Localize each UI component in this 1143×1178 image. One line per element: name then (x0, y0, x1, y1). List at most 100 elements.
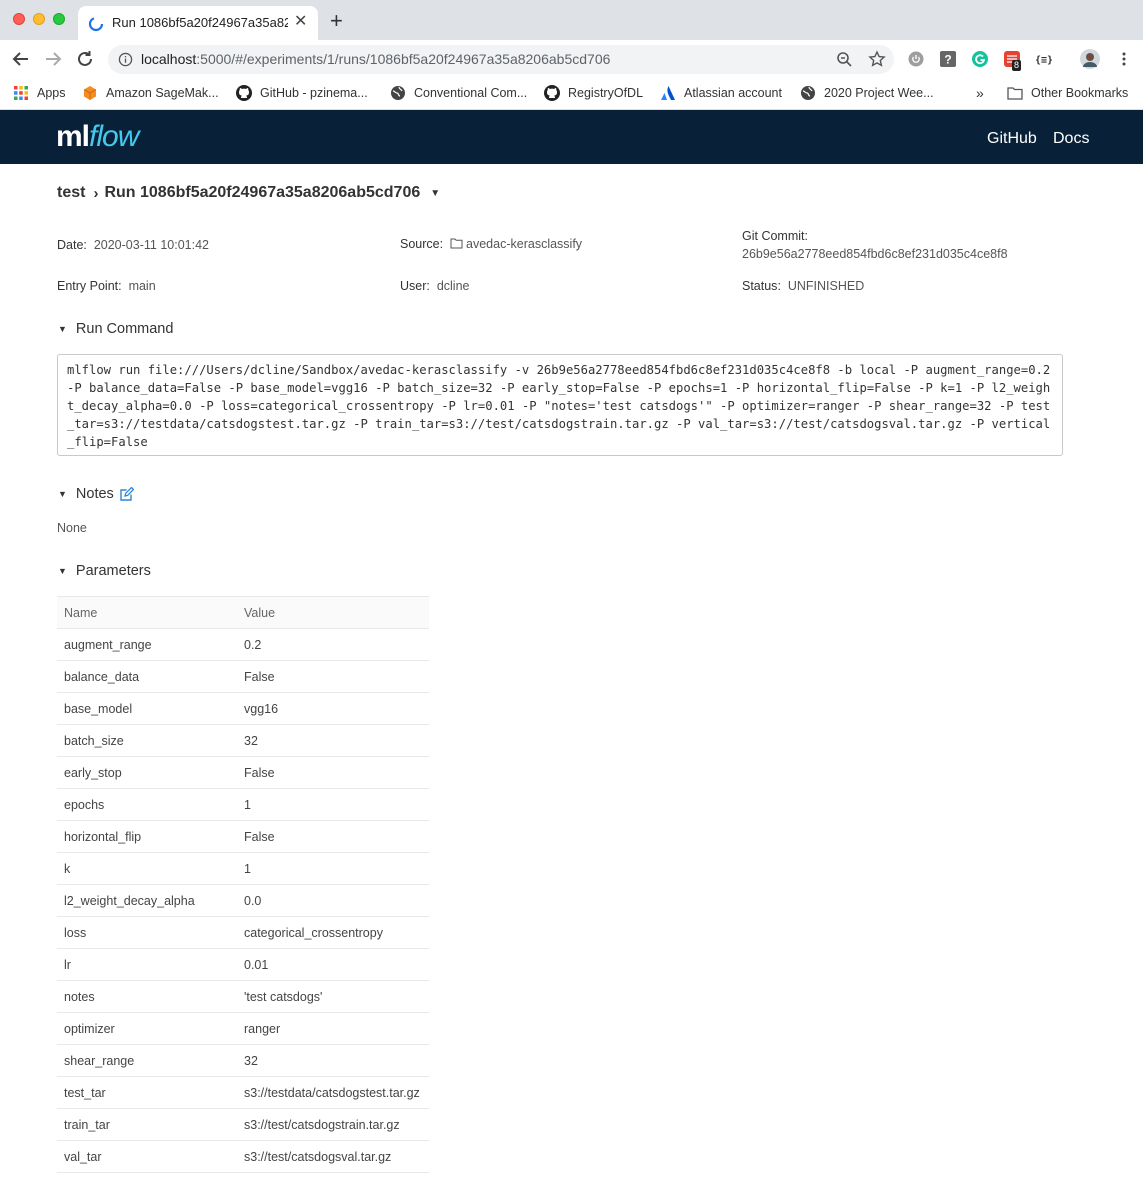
power-extension-icon[interactable] (908, 51, 924, 67)
parameters-section-toggle[interactable]: ▼ Parameters (58, 563, 151, 579)
tab-title: Run 1086bf5a20f24967a35a8206ab5cd706 - M… (112, 15, 288, 30)
param-name: shear_range (57, 1044, 237, 1077)
bookmark-label: Amazon SageMak... (106, 86, 219, 100)
grammarly-icon[interactable] (972, 51, 988, 67)
github-icon (236, 85, 252, 101)
zoom-window-button[interactable] (53, 13, 65, 25)
source-value[interactable]: avedac-kerasclassify (466, 237, 582, 251)
atlassian-icon (661, 86, 675, 100)
table-row: base_model vgg16 (57, 692, 429, 725)
table-row: augment_range 0.2 (57, 628, 429, 661)
param-name: train_tar (57, 1108, 237, 1141)
bookmark-conventional-commits[interactable]: Conventional Com... (390, 84, 527, 102)
bookmarks-overflow-button[interactable]: » (976, 84, 984, 102)
param-name: l2_weight_decay_alpha (57, 884, 237, 917)
param-name: optimizer (57, 1012, 237, 1045)
profile-avatar-icon[interactable] (1080, 49, 1100, 69)
other-bookmarks-folder[interactable]: Other Bookmarks (1007, 84, 1128, 102)
bookmark-label: Apps (37, 86, 66, 100)
status-label: Status (742, 279, 778, 293)
param-name: balance_data (57, 660, 237, 693)
svg-text:?: ? (944, 53, 951, 67)
param-value: 0.0 (237, 884, 429, 917)
bookmark-amazon-sagemaker[interactable]: Amazon SageMak... (82, 84, 219, 102)
aws-cube-icon (83, 86, 97, 100)
param-value: False (237, 756, 429, 789)
notes-value: None (57, 521, 87, 535)
bookmark-label: 2020 Project Wee... (824, 86, 934, 100)
run-date: Date: 2020-03-11 10:01:42 (57, 238, 209, 252)
param-value: 1 (237, 788, 429, 821)
param-value: 32 (237, 1044, 429, 1077)
run-git-commit: Git Commit: 26b9e56a2778eed854fbd6c8ef23… (742, 229, 1008, 261)
run-command-textarea[interactable]: mlflow run file:///Users/dcline/Sandbox/… (57, 354, 1063, 456)
breadcrumb-run-title: Run 1086bf5a20f24967a35a8206ab5cd706 (104, 184, 421, 201)
table-row: notes'test catsdogs' (57, 980, 429, 1013)
mlflow-logo[interactable]: mlflow (56, 120, 139, 154)
help-extension-icon[interactable]: ? (940, 51, 956, 67)
address-bar[interactable]: localhost:5000/#/experiments/1/runs/1086… (108, 45, 894, 74)
source-label: Source (400, 237, 440, 251)
apps-grid-icon (14, 86, 28, 100)
notes-section-toggle[interactable]: ▼ Notes (58, 486, 134, 502)
todoist-extension[interactable]: 8 (1004, 51, 1024, 71)
bookmark-2020-project-week[interactable]: 2020 Project Wee... (800, 84, 934, 102)
site-info-icon[interactable] (118, 52, 133, 67)
param-value: 32 (237, 724, 429, 757)
tab-close-icon[interactable]: ✕ (294, 12, 307, 32)
reload-icon[interactable] (74, 48, 96, 70)
table-row: optimizer ranger (57, 1012, 429, 1045)
run-user: User: dcline (400, 279, 470, 293)
parameters-title: Parameters (75, 563, 151, 579)
bookmark-label: RegistryOfDL (568, 86, 644, 100)
forward-arrow-icon[interactable] (42, 48, 64, 70)
bookmarks-bar: Apps Amazon SageMak... GitHub - pzinema.… (0, 78, 1143, 110)
new-tab-button[interactable]: + (330, 10, 343, 32)
breadcrumb-experiment-link[interactable]: test (57, 184, 85, 202)
table-row: test_tar s3://testdata/catsdogstest.tar.g… (57, 1076, 429, 1109)
bookmark-apps[interactable]: Apps (13, 84, 66, 102)
url-text[interactable]: localhost:5000/#/experiments/1/runs/1086… (141, 51, 610, 67)
edit-note-icon[interactable] (120, 487, 134, 501)
github-link[interactable]: GitHub (987, 130, 1037, 148)
bookmark-atlassian-account[interactable]: Atlassian account (660, 84, 782, 102)
breadcrumb-separator-icon: › (93, 184, 99, 202)
run-command-title: Run Command (75, 321, 174, 337)
bookmark-label: Atlassian account (684, 86, 782, 100)
bookmark-star-icon[interactable] (868, 50, 886, 68)
loading-spinner-icon (88, 16, 104, 32)
param-name: loss (57, 916, 237, 949)
git-commit-value: 26b9e56a2778eed854fbd6c8ef231d035c4ce8f8 (742, 247, 1008, 261)
bookmark-github-pzinema[interactable]: GitHub - pzinema... (236, 84, 368, 102)
run-entry-point: Entry Point: main (57, 279, 156, 293)
run-command-section-toggle[interactable]: ▼ Run Command (58, 321, 173, 337)
browser-tab-active[interactable]: Run 1086bf5a20f24967a35a8206ab5cd706 - M… (78, 6, 318, 40)
back-arrow-icon[interactable] (10, 48, 32, 70)
column-header-value[interactable]: Value (237, 596, 429, 629)
run-status: Status: UNFINISHED (742, 279, 865, 293)
entry-point-label: Entry Point (57, 279, 119, 293)
zoom-icon[interactable] (836, 51, 853, 68)
param-name: test_tar (57, 1076, 237, 1109)
entry-point-value: main (128, 279, 156, 293)
json-extension-icon[interactable]: {≡} (1036, 51, 1052, 67)
run-dropdown-caret-icon[interactable]: ▼ (430, 188, 440, 199)
close-window-button[interactable] (13, 13, 25, 25)
overflow-chevron-icon: » (976, 85, 984, 101)
table-row: epochs 1 (57, 788, 429, 821)
collapse-triangle-icon: ▼ (58, 324, 67, 334)
table-row: early_stop False (57, 756, 429, 789)
param-name: augment_range (57, 628, 237, 661)
globe-icon (801, 86, 815, 100)
bookmark-registryofdl[interactable]: RegistryOfDL (544, 84, 643, 102)
collapse-triangle-icon: ▼ (58, 489, 67, 499)
docs-link[interactable]: Docs (1053, 130, 1089, 148)
minimize-window-button[interactable] (33, 13, 45, 25)
param-name: horizontal_flip (57, 820, 237, 853)
table-row: loss categorical_crossentropy (57, 916, 429, 949)
user-label: User (400, 279, 427, 293)
column-header-name[interactable]: Name (57, 596, 237, 629)
table-row: balance_data False (57, 660, 429, 693)
browser-menu-icon[interactable] (1116, 51, 1132, 67)
param-value: 0.2 (237, 628, 429, 661)
